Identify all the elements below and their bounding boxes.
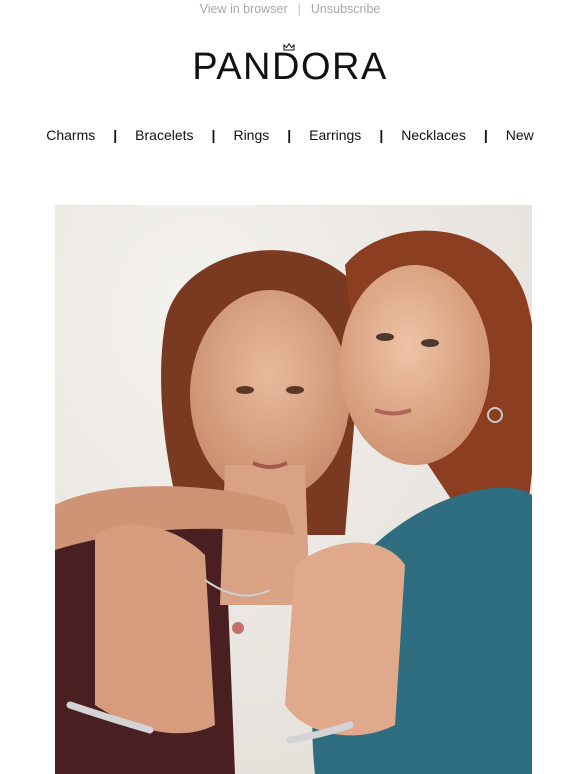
hero-photo [55,205,532,774]
nav-separator: | [483,127,488,143]
nav-item-charms[interactable]: Charms [46,127,95,143]
nav-item-necklaces[interactable]: Necklaces [401,127,466,143]
nav-separator: | [379,127,384,143]
brand-logo: PANDORA [192,46,388,88]
unsubscribe-link[interactable]: Unsubscribe [311,2,380,16]
nav-item-rings[interactable]: Rings [233,127,269,143]
view-in-browser-link[interactable]: View in browser [200,2,288,16]
preheader: View in browser | Unsubscribe [0,0,580,18]
nav-separator: | [287,127,292,143]
preheader-separator: | [297,2,301,16]
nav-separator: | [113,127,118,143]
nav-item-bracelets[interactable]: Bracelets [135,127,193,143]
hero-image[interactable] [55,205,532,774]
nav-item-earrings[interactable]: Earrings [309,127,361,143]
nav-separator: | [211,127,216,143]
nav-item-new[interactable]: New [506,127,534,143]
main-nav: Charms | Bracelets | Rings | Earrings | … [0,127,580,143]
